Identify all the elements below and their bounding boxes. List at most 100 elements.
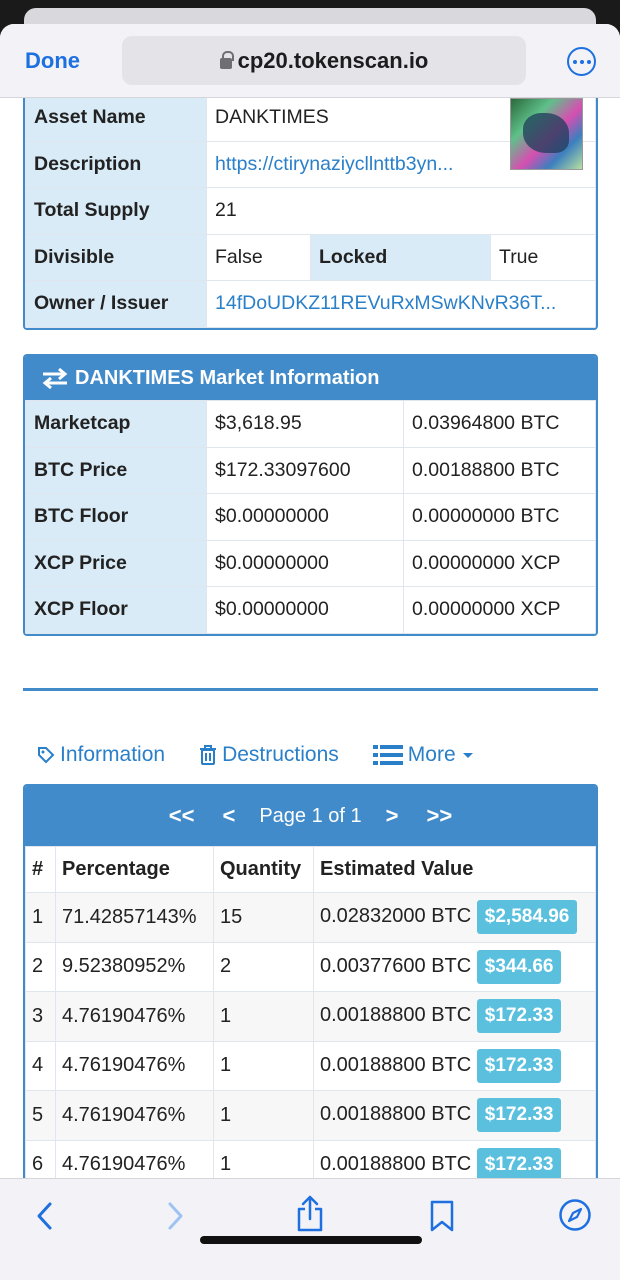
asset-row: Owner / Issuer 14fDoUDKZ11REVuRxMSwKNvR3… (25, 280, 596, 328)
asset-row: Divisible False Locked True (25, 233, 596, 281)
row-btc-value: 0.00188800 BTC (320, 1103, 472, 1126)
row-num: 2 (25, 941, 56, 992)
browser-top-bar: Done cp20.tokenscan.io (0, 24, 620, 98)
row-value: 0.00188800 BTC $172.33 (313, 1040, 596, 1091)
market-row: XCP Floor $0.00000000 0.00000000 XCP (25, 586, 596, 634)
table-row: 5 4.76190476% 1 0.00188800 BTC $172.33 (25, 1090, 596, 1141)
row-percentage: 4.76190476% (55, 1040, 214, 1091)
table-row: 6 4.76190476% 1 0.00188800 BTC $172.33 (25, 1139, 596, 1178)
browser-sheet: Done cp20.tokenscan.io Asset Name DANKTI… (0, 24, 620, 1280)
asset-name-label: Asset Name (25, 98, 207, 142)
trash-icon (200, 745, 217, 765)
row-btc-value: 0.00377600 BTC (320, 954, 472, 977)
locked-label: Locked (310, 233, 491, 281)
usd-badge: $172.33 (476, 1147, 562, 1178)
divisible-label: Divisible (25, 233, 207, 281)
row-btc-value: 0.02832000 BTC (320, 905, 472, 928)
prev-page-button[interactable]: < (222, 803, 235, 829)
market-usd: $172.33097600 (206, 446, 404, 494)
asset-info-panel: Asset Name DANKTIMES Description https:/… (23, 98, 598, 330)
market-alt: 0.00188800 BTC (403, 446, 596, 494)
tab-information[interactable]: Information (37, 743, 165, 767)
owner-link[interactable]: 14fDoUDKZ11REVuRxMSwKNvR36T... (206, 280, 596, 328)
asset-row: Total Supply 21 (25, 187, 596, 235)
tab-more-label: More (407, 743, 456, 766)
col-estimated-value: Estimated Value (313, 846, 596, 893)
market-info-title: DANKTIMES Market Information (75, 366, 380, 389)
share-icon[interactable] (295, 1195, 325, 1233)
row-num: 4 (25, 1040, 56, 1091)
col-quantity: Quantity (213, 846, 314, 893)
usd-badge: $2,584.96 (476, 900, 578, 935)
caret-down-icon (462, 753, 473, 758)
tab-destructions-label: Destructions (222, 743, 339, 766)
next-page-button[interactable]: > (386, 803, 399, 829)
market-alt: 0.00000000 XCP (403, 586, 596, 634)
market-alt: 0.00000000 BTC (403, 493, 596, 541)
table-row: 4 4.76190476% 1 0.00188800 BTC $172.33 (25, 1040, 596, 1091)
col-percentage: Percentage (55, 846, 214, 893)
more-options-icon[interactable] (567, 47, 596, 76)
table-row: 1 71.42857143% 15 0.02832000 BTC $2,584.… (25, 892, 596, 943)
first-page-button[interactable]: << (169, 803, 195, 829)
usd-badge: $172.33 (476, 1098, 562, 1133)
address-bar[interactable]: cp20.tokenscan.io (122, 36, 526, 85)
exchange-icon (42, 367, 68, 390)
total-supply-value: 21 (206, 187, 596, 235)
row-percentage: 4.76190476% (55, 1139, 214, 1178)
asset-image[interactable] (510, 98, 583, 170)
table-row: 3 4.76190476% 1 0.00188800 BTC $172.33 (25, 991, 596, 1042)
section-divider (23, 688, 598, 691)
market-row: BTC Floor $0.00000000 0.00000000 BTC (25, 493, 596, 541)
page-indicator: Page 1 of 1 (259, 804, 362, 827)
market-usd: $0.00000000 (206, 539, 404, 587)
market-alt: 0.03964800 BTC (403, 400, 596, 448)
row-value: 0.00188800 BTC $172.33 (313, 991, 596, 1042)
market-usd: $0.00000000 (206, 586, 404, 634)
market-label: Marketcap (25, 400, 207, 448)
row-num: 5 (25, 1090, 56, 1141)
col-num: # (25, 846, 56, 893)
market-row: BTC Price $172.33097600 0.00188800 BTC (25, 446, 596, 494)
owner-label: Owner / Issuer (25, 280, 207, 328)
home-indicator (200, 1236, 422, 1244)
bookmarks-icon[interactable] (428, 1199, 456, 1233)
holders-panel: << < Page 1 of 1 > >> # Percentage Quant… (23, 784, 598, 1178)
table-row: 2 9.52380952% 2 0.00377600 BTC $344.66 (25, 941, 596, 992)
usd-badge: $344.66 (476, 949, 562, 984)
row-quantity: 1 (213, 1139, 314, 1178)
row-btc-value: 0.00188800 BTC (320, 1004, 472, 1027)
list-icon (372, 745, 403, 765)
row-quantity: 1 (213, 1090, 314, 1141)
row-num: 3 (25, 991, 56, 1042)
compass-icon[interactable] (558, 1198, 592, 1232)
row-value: 0.02832000 BTC $2,584.96 (313, 892, 596, 943)
holders-header-row: # Percentage Quantity Estimated Value (25, 846, 596, 893)
row-quantity: 1 (213, 1040, 314, 1091)
row-quantity: 1 (213, 991, 314, 1042)
row-quantity: 2 (213, 941, 314, 992)
tab-more[interactable]: More (372, 743, 480, 767)
url-text: cp20.tokenscan.io (237, 47, 429, 73)
back-icon[interactable] (34, 1201, 56, 1231)
market-label: XCP Price (25, 539, 207, 587)
done-button[interactable]: Done (25, 48, 80, 74)
row-quantity: 15 (213, 892, 314, 943)
row-percentage: 4.76190476% (55, 1090, 214, 1141)
market-alt: 0.00000000 XCP (403, 539, 596, 587)
market-info-panel: DANKTIMES Market Information Marketcap $… (23, 354, 598, 636)
last-page-button[interactable]: >> (427, 803, 453, 829)
tag-icon (38, 747, 55, 764)
market-usd: $3,618.95 (206, 400, 404, 448)
forward-icon[interactable] (164, 1201, 186, 1231)
page-content: Asset Name DANKTIMES Description https:/… (0, 98, 620, 1178)
tab-destructions[interactable]: Destructions (199, 743, 339, 767)
description-label: Description (25, 140, 207, 188)
row-percentage: 9.52380952% (55, 941, 214, 992)
browser-toolbar (0, 1178, 620, 1280)
locked-value: True (490, 233, 596, 281)
lock-icon (219, 51, 234, 69)
market-row: Marketcap $3,618.95 0.03964800 BTC (25, 400, 596, 448)
tab-bar: Information Destructions More (37, 740, 480, 770)
usd-badge: $172.33 (476, 1048, 562, 1083)
